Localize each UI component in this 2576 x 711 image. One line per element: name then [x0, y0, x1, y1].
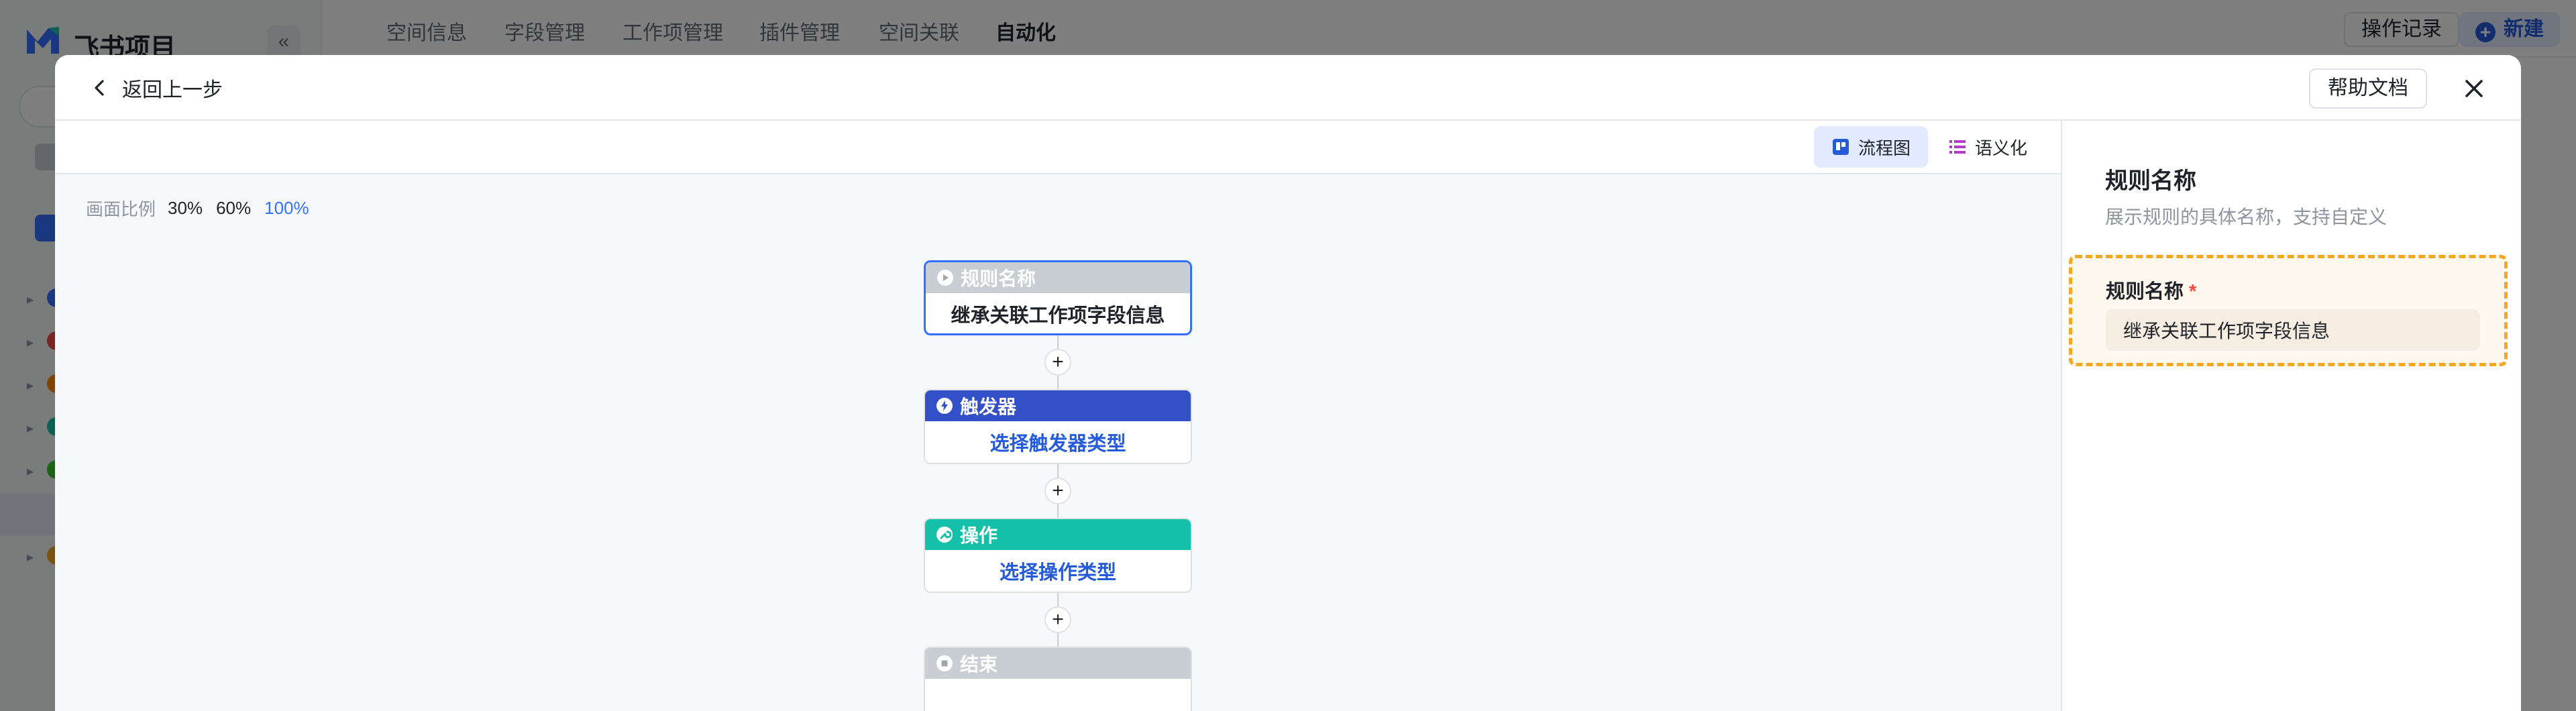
- bolt-icon: [936, 397, 953, 415]
- back-button[interactable]: 返回上一步: [90, 72, 223, 103]
- rule-flow: 规则名称继承关联工作项字段信息 + 触发器选择触发器类型 + 操作选择操作类型 + 结束: [55, 121, 2061, 711]
- close-icon[interactable]: [2458, 72, 2490, 105]
- rule-name-label-text: 规则名称: [2106, 281, 2184, 303]
- flow-node-title: 操作: [960, 525, 998, 546]
- flow-node-header: 触发器: [925, 390, 1191, 421]
- modal-header: 返回上一步 帮助文档: [55, 55, 2521, 121]
- flow-node-title: 结束: [960, 654, 998, 675]
- flow-node-2[interactable]: 操作选择操作类型: [924, 518, 1192, 593]
- flow-node-header: 操作: [925, 519, 1191, 550]
- flow-node-1[interactable]: 触发器选择触发器类型: [924, 389, 1192, 464]
- rule-name-field-highlight: 规则名称 *: [2069, 255, 2508, 366]
- add-step-button[interactable]: +: [1044, 478, 1071, 504]
- flow-node-body[interactable]: 选择触发器类型: [925, 421, 1191, 463]
- rule-name-field-label: 规则名称 *: [2106, 276, 2196, 304]
- flow-node-0[interactable]: 规则名称继承关联工作项字段信息: [924, 260, 1192, 335]
- stop-icon: [936, 655, 953, 672]
- flow-node-body[interactable]: 选择操作类型: [925, 550, 1191, 592]
- panel-description: 展示规则的具体名称，支持自定义: [2105, 207, 2387, 227]
- flow-node-3[interactable]: 结束: [924, 647, 1192, 711]
- help-docs-button[interactable]: 帮助文档: [2309, 68, 2427, 109]
- add-step-button[interactable]: +: [1044, 349, 1071, 376]
- panel-title: 规则名称: [2105, 168, 2196, 194]
- back-label: 返回上一步: [122, 79, 223, 101]
- chevron-left-icon: [95, 80, 104, 96]
- play-icon: [936, 269, 954, 286]
- automation-rule-modal: 返回上一步 帮助文档 流程图 语义化 画面比例 30% 60% 100% 规则名…: [55, 55, 2521, 711]
- flow-node-header: 规则名称: [926, 262, 1190, 293]
- flow-node-title: 规则名称: [961, 268, 1036, 289]
- flow-node-body: [925, 679, 1191, 711]
- flow-canvas[interactable]: 流程图 语义化 画面比例 30% 60% 100% 规则名称 继承关联工作项字段信…: [55, 121, 2061, 711]
- rule-name-input[interactable]: [2106, 309, 2480, 351]
- wrench-icon: [936, 526, 953, 543]
- flow-node-title: 触发器: [960, 396, 1017, 417]
- flow-node-body: 继承关联工作项字段信息: [951, 305, 1165, 327]
- required-mark: *: [2189, 281, 2197, 303]
- rule-settings-panel: 规则名称 展示规则的具体名称，支持自定义 规则名称 *: [2061, 121, 2521, 711]
- flow-node-header: 结束: [925, 648, 1191, 679]
- add-step-button[interactable]: +: [1044, 606, 1071, 633]
